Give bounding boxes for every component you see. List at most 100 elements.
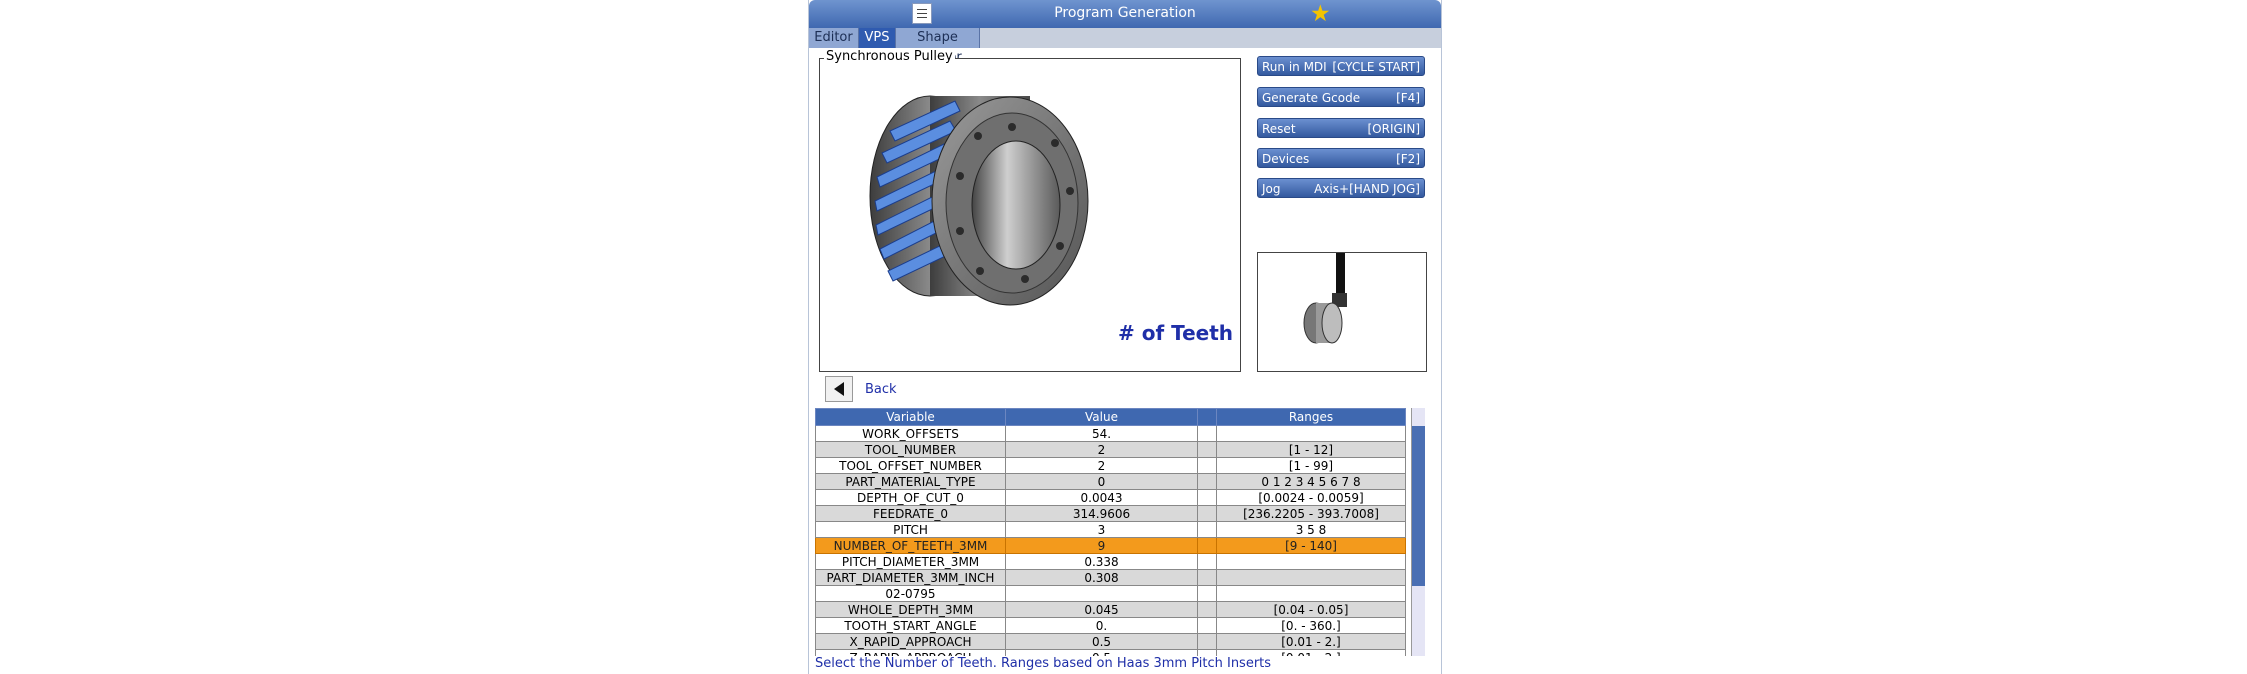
generate-gcode-label: Generate Gcode xyxy=(1262,91,1361,105)
ranges-cell xyxy=(1216,425,1406,442)
title-bar: Program Generation ★ xyxy=(809,0,1441,28)
variables-table: Variable Value Ranges WORK_OFFSETS 54. TOO… xyxy=(815,408,1425,656)
run-in-mdi-key: [CYCLE START] xyxy=(1332,60,1420,74)
pulley-image xyxy=(869,95,1089,306)
value-cell[interactable]: 2 xyxy=(1005,457,1198,474)
value-cell[interactable]: 0.338 xyxy=(1005,553,1198,570)
table-row[interactable]: WORK_OFFSETS 54. xyxy=(815,425,1406,442)
value-cell[interactable]: 0.0043 xyxy=(1005,489,1198,506)
value-cell[interactable]: 314.9606 xyxy=(1005,505,1198,522)
column-header-value: Value xyxy=(1005,408,1198,426)
variable-cell: NUMBER_OF_TEETH_3MM xyxy=(815,537,1006,554)
variable-cell: X_RAPID_APPROACH xyxy=(815,633,1006,650)
ranges-cell xyxy=(1216,553,1406,570)
machine-thumbnail xyxy=(1257,252,1427,372)
tab-vps[interactable]: VPS xyxy=(859,28,896,48)
ranges-cell: [9 - 140] xyxy=(1216,537,1406,554)
run-in-mdi-button[interactable]: Run in MDI [CYCLE START] xyxy=(1257,56,1425,76)
table-row[interactable]: PART_DIAMETER_3MM_INCH 0.308 xyxy=(815,569,1406,586)
table-row[interactable]: NUMBER_OF_TEETH_3MM 9 [9 - 140] xyxy=(815,537,1406,554)
jog-label: Jog xyxy=(1262,182,1281,196)
back-link[interactable]: Back xyxy=(865,382,897,397)
ranges-cell xyxy=(1216,569,1406,586)
variable-cell: PITCH_DIAMETER_3MM xyxy=(815,553,1006,570)
variable-cell: WORK_OFFSETS xyxy=(815,425,1006,442)
tab-editor[interactable]: Editor xyxy=(809,28,859,48)
table-scrollbar[interactable] xyxy=(1411,408,1425,656)
part-preview-panel: Synchronous Pulley # of Teeth xyxy=(819,49,1241,372)
table-row[interactable]: 02-0795 xyxy=(815,585,1406,602)
blank-cell xyxy=(1197,521,1217,538)
column-header-ranges: Ranges xyxy=(1216,408,1406,426)
preview-title: Synchronous Pulley xyxy=(824,49,955,64)
table-row[interactable]: TOOTH_START_ANGLE 0. [0. - 360.] xyxy=(815,617,1406,634)
devices-label: Devices xyxy=(1262,152,1310,166)
reset-key: [ORIGIN] xyxy=(1367,122,1421,136)
table-row[interactable]: TOOL_OFFSET_NUMBER 2 [1 - 99] xyxy=(815,457,1406,474)
blank-cell xyxy=(1197,553,1217,570)
variable-cell: PITCH xyxy=(815,521,1006,538)
blank-cell xyxy=(1197,457,1217,474)
generate-gcode-key: [F4] xyxy=(1396,91,1420,105)
variable-cell: PART_DIAMETER_3MM_INCH xyxy=(815,569,1006,586)
jog-button[interactable]: Jog Axis+[HAND JOG] xyxy=(1257,178,1425,198)
ranges-cell: [1 - 12] xyxy=(1216,441,1406,458)
blank-cell xyxy=(1197,505,1217,522)
generate-gcode-button[interactable]: Generate Gcode [F4] xyxy=(1257,87,1425,107)
table-row[interactable]: X_RAPID_APPROACH 0.5 [0.01 - 2.] xyxy=(815,633,1406,650)
ranges-cell: [0.04 - 0.05] xyxy=(1216,601,1406,618)
variable-cell: WHOLE_DEPTH_3MM xyxy=(815,601,1006,618)
ranges-cell: [236.2205 - 393.7008] xyxy=(1216,505,1406,522)
tab-bar: Editor VPS Shape Creator xyxy=(809,28,1441,65)
column-header-blank xyxy=(1197,408,1217,426)
back-arrow-button[interactable] xyxy=(825,376,853,402)
variable-cell: TOOL_OFFSET_NUMBER xyxy=(815,457,1006,474)
variable-cell: DEPTH_OF_CUT_0 xyxy=(815,489,1006,506)
column-header-variable: Variable xyxy=(815,408,1006,426)
table-row[interactable]: PITCH_DIAMETER_3MM 0.338 xyxy=(815,553,1406,570)
program-generation-window: Program Generation ★ Editor VPS Shape Cr… xyxy=(808,0,1442,674)
table-row[interactable]: PITCH 3 3 5 8 xyxy=(815,521,1406,538)
value-cell[interactable]: 0.045 xyxy=(1005,601,1198,618)
table-row[interactable]: WHOLE_DEPTH_3MM 0.045 [0.04 - 0.05] xyxy=(815,601,1406,618)
variable-cell: FEEDRATE_0 xyxy=(815,505,1006,522)
devices-key: [F2] xyxy=(1396,152,1420,166)
table-row[interactable]: DEPTH_OF_CUT_0 0.0043 [0.0024 - 0.0059] xyxy=(815,489,1406,506)
value-cell[interactable]: 0. xyxy=(1005,617,1198,634)
value-cell[interactable] xyxy=(1005,585,1198,602)
blank-cell xyxy=(1197,617,1217,634)
variable-cell: TOOL_NUMBER xyxy=(815,441,1006,458)
value-cell[interactable]: 9 xyxy=(1005,537,1198,554)
window-title: Program Generation xyxy=(1054,5,1196,21)
ranges-cell: 3 5 8 xyxy=(1216,521,1406,538)
variable-cell: TOOTH_START_ANGLE xyxy=(815,617,1006,634)
blank-cell xyxy=(1197,489,1217,506)
blank-cell xyxy=(1197,425,1217,442)
value-cell[interactable]: 54. xyxy=(1005,425,1198,442)
devices-button[interactable]: Devices [F2] xyxy=(1257,148,1425,168)
ranges-cell xyxy=(1216,585,1406,602)
blank-cell xyxy=(1197,537,1217,554)
table-row[interactable]: TOOL_NUMBER 2 [1 - 12] xyxy=(815,441,1406,458)
ranges-cell: [1 - 99] xyxy=(1216,457,1406,474)
scrollbar-thumb[interactable] xyxy=(1412,426,1425,586)
value-cell[interactable]: 0.308 xyxy=(1005,569,1198,586)
jog-key: Axis+[HAND JOG] xyxy=(1314,182,1420,196)
teeth-caption: # of Teeth xyxy=(1118,321,1234,345)
blank-cell xyxy=(1197,601,1217,618)
value-cell[interactable]: 0 xyxy=(1005,473,1198,490)
table-row[interactable]: PART_MATERIAL_TYPE 0 0 1 2 3 4 5 6 7 8 xyxy=(815,473,1406,490)
blank-cell xyxy=(1197,633,1217,650)
table-row[interactable]: FEEDRATE_0 314.9606 [236.2205 - 393.7008] xyxy=(815,505,1406,522)
ranges-cell: [0. - 360.] xyxy=(1216,617,1406,634)
value-cell[interactable]: 3 xyxy=(1005,521,1198,538)
variable-cell: 02-0795 xyxy=(815,585,1006,602)
value-cell[interactable]: 0.5 xyxy=(1005,633,1198,650)
reset-button[interactable]: Reset [ORIGIN] xyxy=(1257,118,1425,138)
reset-label: Reset xyxy=(1262,122,1296,136)
variable-cell: PART_MATERIAL_TYPE xyxy=(815,473,1006,490)
tab-shape-creator[interactable]: Shape Creator xyxy=(896,28,980,65)
favorite-star-icon[interactable]: ★ xyxy=(1310,1,1331,27)
blank-cell xyxy=(1197,441,1217,458)
value-cell[interactable]: 2 xyxy=(1005,441,1198,458)
